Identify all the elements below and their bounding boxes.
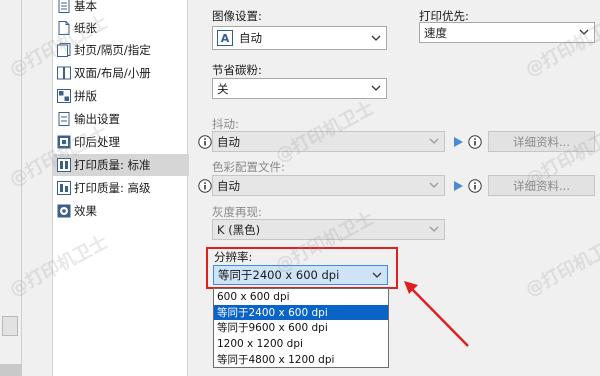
- left-window-edge: [0, 0, 22, 376]
- nav-item-paper[interactable]: 纸张: [53, 17, 189, 39]
- toner-save-value: 关: [217, 81, 229, 96]
- nav-item-imposition[interactable]: 拼版: [53, 85, 189, 107]
- chevron-down-icon: [429, 226, 439, 232]
- info-icon[interactable]: [198, 179, 212, 193]
- cover-pages-icon: [57, 43, 71, 57]
- chevron-down-icon: [579, 29, 589, 35]
- nav-item-print-quality-advanced[interactable]: 打印质量: 高级: [53, 177, 189, 199]
- nav-item-effects[interactable]: 效果: [53, 200, 189, 222]
- nav-item-label: 输出设置: [74, 112, 120, 126]
- nav-item-label: 打印质量: 高级: [74, 181, 151, 195]
- toner-save-select[interactable]: 关: [212, 78, 387, 99]
- resolution-option[interactable]: 等同于4800 x 1200 dpi: [214, 351, 388, 367]
- duplex-layout-icon: [57, 66, 71, 80]
- nav-item-finishing[interactable]: 印后处理: [53, 131, 189, 153]
- finishing-icon: [57, 135, 71, 149]
- resolution-dropdown-list: 600 x 600 dpi 等同于2400 x 600 dpi 等同于9600 …: [213, 288, 389, 368]
- dither-value: 自动: [217, 134, 240, 149]
- resolution-option[interactable]: 等同于9600 x 600 dpi: [214, 320, 388, 336]
- color-profile-details-button[interactable]: 详细资料...: [488, 175, 595, 196]
- nav-item-label: 效果: [74, 204, 97, 218]
- resolution-option[interactable]: 1200 x 1200 dpi: [214, 336, 388, 352]
- toner-save-label: 节省碳粉:: [212, 63, 262, 77]
- color-profile-value: 自动: [217, 178, 240, 193]
- dither-details-button[interactable]: 详细资料...: [488, 131, 595, 152]
- gray-reproduction-value: K (黑色): [217, 222, 261, 237]
- effects-icon: [57, 204, 71, 218]
- chevron-down-icon: [371, 85, 381, 91]
- print-priority-value: 速度: [424, 25, 447, 40]
- nav-item-print-quality-standard[interactable]: 打印质量: 标准: [53, 154, 189, 176]
- chevron-down-icon: [429, 138, 439, 144]
- nav-item-output-settings[interactable]: 输出设置: [53, 108, 189, 130]
- info-icon[interactable]: [468, 179, 482, 193]
- resolution-highlight-box: [206, 247, 398, 289]
- print-priority-select[interactable]: 速度: [419, 22, 595, 43]
- nav-item-label: 封页/隔页/指定: [74, 43, 151, 57]
- info-icon[interactable]: [468, 135, 482, 149]
- left-scroll-thumb[interactable]: [2, 316, 18, 336]
- image-settings-value: 自动: [239, 31, 262, 45]
- left-bottom-bar: [0, 364, 22, 376]
- dither-label: 抖动:: [212, 117, 239, 131]
- resolution-option-selected[interactable]: 等同于2400 x 600 dpi: [214, 304, 388, 321]
- color-profile-label: 色彩配置文件:: [212, 160, 285, 174]
- auto-a-icon: A: [217, 30, 233, 46]
- resolution-option[interactable]: 600 x 600 dpi: [214, 289, 388, 305]
- nav-item-label: 双面/布局/小册: [74, 66, 151, 80]
- image-settings-label: 图像设置:: [212, 9, 262, 23]
- print-quality-icon: [57, 158, 71, 172]
- image-settings-select[interactable]: A 自动: [212, 26, 387, 50]
- nav-item-label: 打印质量: 标准: [74, 158, 151, 172]
- color-profile-select[interactable]: 自动: [212, 175, 445, 196]
- print-quality-advanced-icon: [57, 181, 71, 195]
- paper-icon: [57, 21, 71, 35]
- chevron-down-icon: [371, 35, 381, 41]
- nav-item-duplex-layout[interactable]: 双面/布局/小册: [53, 62, 189, 84]
- dither-select[interactable]: 自动: [212, 131, 445, 152]
- nav-item-basic[interactable]: 基本: [53, 0, 189, 17]
- nav-item-label: 纸张: [74, 21, 97, 35]
- imposition-icon: [57, 89, 71, 103]
- annotation-arrow: [404, 281, 469, 347]
- document-icon: [57, 0, 71, 13]
- settings-category-list: 基本 纸张 封页/隔页/指定 双面/布局/小册 拼版 输出设置 印后处理 打印质…: [52, 0, 189, 376]
- info-icon[interactable]: [198, 135, 212, 149]
- gray-reproduction-label: 灰度再现:: [212, 205, 262, 219]
- gray-reproduction-select[interactable]: K (黑色): [212, 219, 445, 240]
- nav-item-label: 拼版: [74, 89, 97, 103]
- chevron-down-icon: [429, 182, 439, 188]
- play-arrow-icon[interactable]: [452, 136, 464, 148]
- nav-item-label: 印后处理: [74, 135, 120, 149]
- nav-item-label: 基本: [74, 0, 97, 13]
- nav-item-cover-pages[interactable]: 封页/隔页/指定: [53, 39, 189, 61]
- output-icon: [57, 112, 71, 126]
- play-arrow-icon[interactable]: [452, 180, 464, 192]
